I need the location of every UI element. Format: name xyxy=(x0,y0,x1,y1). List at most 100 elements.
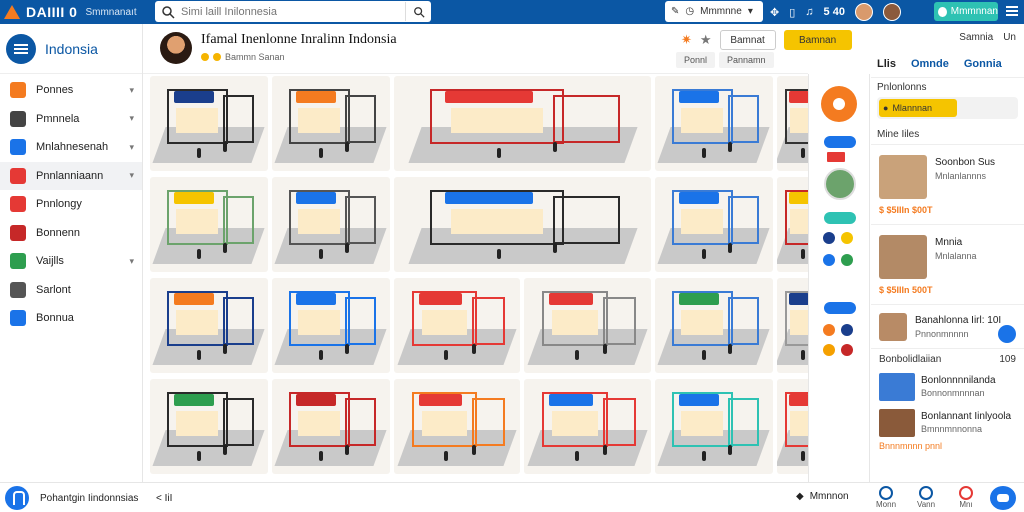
bookmark-icon[interactable]: ▯ xyxy=(789,6,795,19)
store-tile[interactable] xyxy=(524,278,651,373)
store-tile[interactable] xyxy=(272,379,390,474)
message-item[interactable]: Banahlonna Iirl: 10I Pnnonmnnnn xyxy=(871,305,1024,349)
right-top-label-2[interactable]: Un xyxy=(1003,32,1016,43)
store-tile[interactable] xyxy=(777,76,808,171)
location-icon[interactable] xyxy=(823,254,835,266)
tab-second[interactable]: Pannamn xyxy=(719,52,774,68)
sidebar-item[interactable]: Ponnes ▾ xyxy=(0,76,142,105)
flag-icon[interactable] xyxy=(827,152,845,162)
avatar-secondary[interactable] xyxy=(882,3,901,21)
sidebar-item[interactable]: Bonnenn xyxy=(0,219,142,248)
star-icon[interactable] xyxy=(823,324,835,336)
user-icon[interactable] xyxy=(823,232,835,244)
store-tile[interactable] xyxy=(655,379,773,474)
news-item[interactable]: Bonlannant Iinlyoola Bmnnmnnonna xyxy=(871,405,1024,441)
store-sign xyxy=(419,293,463,305)
list-item[interactable]: Mnnia Mnlalanna $ $5IIIn 500T xyxy=(871,225,1024,305)
store-tile[interactable] xyxy=(777,177,808,272)
category-icon xyxy=(10,224,26,241)
tile-wall xyxy=(602,297,636,345)
news-item[interactable]: Bonlonnnnilanda Bonnonmnnnan xyxy=(871,369,1024,405)
primary-button[interactable]: Bamnan xyxy=(783,30,852,50)
status-icons xyxy=(823,324,853,336)
sidebar-item[interactable]: Pmnnela ▾ xyxy=(0,105,142,134)
nav-item-3[interactable]: Mnı xyxy=(956,486,976,510)
store-tile[interactable] xyxy=(272,76,390,171)
news-footer[interactable]: Bnnnmnnn pnnl xyxy=(871,441,1024,453)
compare-icon[interactable]: ✥ xyxy=(770,6,779,19)
menu-icon[interactable] xyxy=(1006,6,1018,16)
lock-icon[interactable] xyxy=(5,486,29,510)
store-tile[interactable] xyxy=(150,379,268,474)
sidebar-item[interactable]: Sarlont xyxy=(0,276,142,305)
chevron-down-icon[interactable]: ▾ xyxy=(129,142,134,153)
coin-icon[interactable] xyxy=(823,344,835,356)
store-tile[interactable] xyxy=(150,76,268,171)
right-tabs: Llis Omnde Gonnia xyxy=(871,50,1024,78)
store-tile[interactable] xyxy=(272,177,390,272)
store-tile[interactable] xyxy=(394,76,651,171)
heart-icon[interactable] xyxy=(841,344,853,356)
tab-right-2[interactable]: Omnde xyxy=(911,58,949,70)
chevron-down-icon[interactable]: ▾ xyxy=(129,85,134,96)
sidebar-item[interactable]: Vaijlls ▾ xyxy=(0,247,142,276)
chat-button[interactable]: Bamnat xyxy=(719,30,776,50)
store-tile[interactable] xyxy=(655,76,773,171)
sidebar-item[interactable]: Pnnlanniaann ▾ xyxy=(0,161,142,190)
chevron-down-icon[interactable]: ▾ xyxy=(129,113,134,124)
bottom-link[interactable]: < IiI xyxy=(156,493,172,504)
store-tile[interactable] xyxy=(524,379,651,474)
mic-icon[interactable]: ◆ xyxy=(796,491,804,502)
nav-item-1[interactable]: Monn xyxy=(876,486,896,510)
news-header: Bonbolidlaiian 109 xyxy=(871,349,1024,369)
record-icon[interactable] xyxy=(821,86,857,122)
tab-right-1[interactable]: Llis xyxy=(877,58,896,70)
store-sign xyxy=(678,293,719,305)
store-tile[interactable] xyxy=(655,177,773,272)
tab-right-3[interactable]: Gonnia xyxy=(964,58,1002,70)
search-button[interactable] xyxy=(405,2,431,21)
coin-icon[interactable] xyxy=(841,232,853,244)
filter-button[interactable]: ● Mlannnan xyxy=(879,99,957,117)
chat-button[interactable] xyxy=(990,486,1016,510)
sidebar-item[interactable]: Mnlahnesenah ▾ xyxy=(0,133,142,162)
store-tile[interactable] xyxy=(777,379,808,474)
search-input[interactable] xyxy=(181,5,405,18)
right-filter[interactable]: ● Mlannnan xyxy=(877,97,1018,119)
logo[interactable]: DAIIII 0 Smmnanaıt xyxy=(4,4,154,20)
tile-wall xyxy=(602,398,636,446)
store-tile[interactable] xyxy=(150,177,268,272)
tag-pill[interactable] xyxy=(824,212,856,224)
chevron-down-icon[interactable]: ▾ xyxy=(129,256,134,267)
avatar[interactable] xyxy=(824,168,856,200)
leaf-icon[interactable] xyxy=(841,254,853,266)
location-selector[interactable]: ✎ ◷ Mmmnne ▾ xyxy=(665,1,763,22)
sidebar-item[interactable]: Bonnua xyxy=(0,304,142,333)
avatar[interactable] xyxy=(854,3,873,21)
store-tile[interactable] xyxy=(394,278,520,373)
sparkle-icon[interactable]: ✷ xyxy=(681,32,692,48)
store-tile[interactable] xyxy=(394,177,651,272)
right-top-label[interactable]: Samnia xyxy=(959,32,993,43)
tag-pill[interactable] xyxy=(824,302,856,314)
tag-pill[interactable] xyxy=(824,136,856,148)
store-tile[interactable] xyxy=(394,379,520,474)
avatar[interactable] xyxy=(160,32,192,64)
bell-icon[interactable]: ♫ xyxy=(805,6,813,18)
chat-icon[interactable] xyxy=(998,325,1016,343)
store-tile[interactable] xyxy=(655,278,773,373)
list-item[interactable]: Soonbon Sus Mnlanlannns $ $5IIIn $00T xyxy=(871,145,1024,225)
chevron-down-icon[interactable]: ▾ xyxy=(129,170,134,181)
nav-item-2[interactable]: Vann xyxy=(916,486,936,510)
person-figure xyxy=(223,243,228,253)
bottom-right-label[interactable]: Mmnnon xyxy=(810,491,849,502)
store-tile[interactable] xyxy=(150,278,268,373)
promo-button[interactable]: Mmmnnan xyxy=(934,2,998,21)
user-icon[interactable] xyxy=(841,324,853,336)
sidebar-item[interactable]: Pnnlongy xyxy=(0,190,142,219)
tab-first[interactable]: Ponnl xyxy=(676,52,716,68)
store-tile[interactable] xyxy=(777,278,808,373)
menu-icon[interactable] xyxy=(6,33,36,64)
store-tile[interactable] xyxy=(272,278,390,373)
star-icon[interactable]: ★ xyxy=(700,32,712,48)
